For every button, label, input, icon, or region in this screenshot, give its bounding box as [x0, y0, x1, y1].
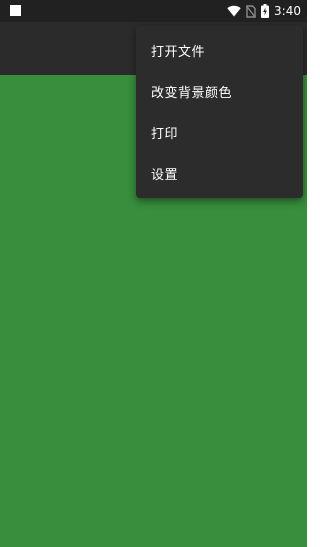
menu-item-open-file[interactable]: 打开文件: [136, 30, 303, 71]
menu-item-print[interactable]: 打印: [136, 112, 303, 153]
status-icons: 3:40: [227, 0, 301, 22]
status-bar: 3:40: [0, 0, 307, 22]
menu-item-label: 打印: [151, 127, 179, 142]
menu-item-label: 打开文件: [151, 45, 206, 60]
screen: 3:40 打开文件 改变背景颜色 打印 设置: [0, 0, 307, 547]
notification-square-icon: [10, 5, 21, 16]
menu-item-settings[interactable]: 设置: [136, 153, 303, 194]
battery-charging-icon: [261, 4, 270, 18]
overflow-menu: 打开文件 改变背景颜色 打印 设置: [136, 26, 303, 198]
menu-item-label: 设置: [151, 168, 179, 183]
wifi-icon: [227, 5, 241, 17]
menu-item-label: 改变背景颜色: [151, 86, 233, 101]
no-sim-icon: [246, 4, 257, 18]
status-time: 3:40: [274, 4, 301, 18]
menu-item-change-background-color[interactable]: 改变背景颜色: [136, 71, 303, 112]
